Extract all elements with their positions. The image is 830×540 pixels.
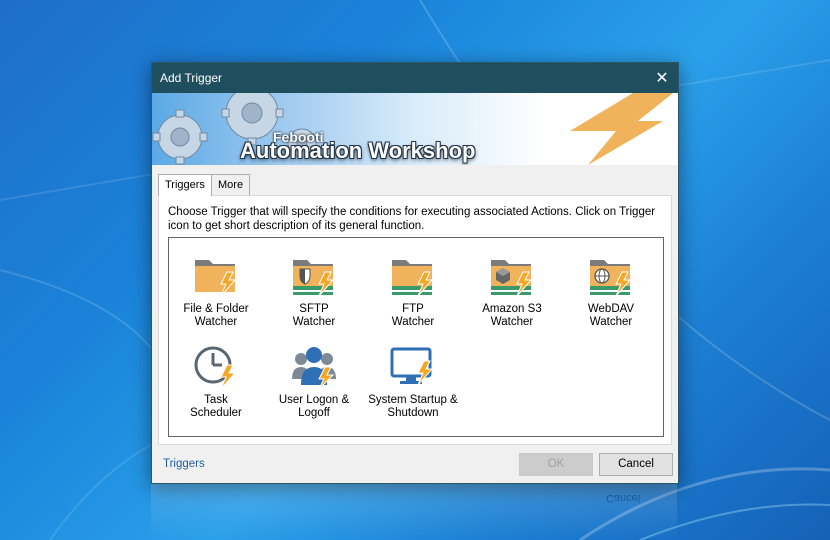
trigger-label-line1: Amazon S3 bbox=[482, 303, 542, 315]
trigger-system-startup-shutdown[interactable]: System Startup & Shutdown bbox=[367, 343, 459, 420]
tab-more[interactable]: More bbox=[211, 174, 251, 195]
trigger-label-line2: Watcher bbox=[292, 316, 336, 328]
trigger-file-folder-watcher[interactable]: File & Folder Watcher bbox=[170, 252, 262, 329]
trigger-label-line1: WebDAV bbox=[587, 303, 635, 315]
trigger-sftp-watcher[interactable]: SFTP Watcher bbox=[268, 252, 360, 329]
cancel-reflection-text: Cancel bbox=[606, 492, 641, 504]
trigger-label-line1: System Startup & bbox=[368, 394, 458, 406]
triggers-help-link[interactable]: Triggers bbox=[163, 458, 205, 470]
trigger-task-scheduler[interactable]: Task Scheduler bbox=[170, 343, 262, 420]
cancel-button[interactable]: Cancel bbox=[599, 453, 673, 476]
trigger-label-line1: User Logon & bbox=[278, 394, 350, 406]
webdav-watcher-icon bbox=[590, 260, 632, 297]
users-icon bbox=[292, 347, 336, 389]
close-icon[interactable]: ✕ bbox=[646, 63, 678, 93]
trigger-label-line1: File & Folder bbox=[183, 303, 249, 315]
folder-watcher-icon bbox=[195, 260, 237, 297]
window-title: Add Trigger bbox=[160, 71, 223, 85]
add-trigger-dialog: Add Trigger ✕ Febooti Automation Worksho… bbox=[151, 62, 679, 484]
dialog-reflection: Cancel bbox=[151, 484, 677, 540]
ftp-watcher-icon bbox=[392, 260, 434, 297]
ok-button[interactable]: OK bbox=[519, 453, 593, 476]
trigger-list: File & Folder Watcher SFTP Watcher FTP W… bbox=[168, 237, 664, 437]
trigger-label-line2: Watcher bbox=[589, 316, 633, 328]
product-name: Automation Workshop bbox=[240, 138, 476, 163]
instructions-text: Choose Trigger that will specify the con… bbox=[168, 206, 656, 232]
title-bar[interactable]: Add Trigger ✕ bbox=[152, 63, 678, 93]
clock-icon bbox=[194, 346, 237, 389]
trigger-label-line2: Shutdown bbox=[387, 407, 439, 419]
trigger-label-line1: SFTP bbox=[299, 303, 329, 315]
trigger-amazon-s3-watcher[interactable]: Amazon S3 Watcher bbox=[466, 252, 558, 329]
trigger-webdav-watcher[interactable]: WebDAV Watcher bbox=[565, 252, 657, 329]
trigger-label-line2: Logoff bbox=[298, 407, 330, 419]
product-banner: Febooti Automation Workshop bbox=[152, 93, 678, 165]
trigger-label-line2: Watcher bbox=[194, 316, 238, 328]
trigger-label-line2: Scheduler bbox=[190, 407, 242, 419]
triggers-panel: Choose Trigger that will specify the con… bbox=[158, 195, 672, 445]
trigger-ftp-watcher[interactable]: FTP Watcher bbox=[367, 252, 459, 329]
trigger-label-line1: Task bbox=[204, 394, 228, 406]
trigger-label-line1: FTP bbox=[402, 303, 424, 315]
tab-triggers[interactable]: Triggers bbox=[158, 174, 212, 196]
amazon-s3-watcher-icon bbox=[491, 260, 533, 297]
lightning-logo-icon bbox=[570, 93, 673, 165]
sftp-watcher-icon bbox=[293, 260, 335, 297]
trigger-label-line2: Watcher bbox=[391, 316, 435, 328]
monitor-icon bbox=[390, 347, 434, 386]
trigger-user-logon-logoff[interactable]: User Logon & Logoff bbox=[268, 343, 360, 420]
trigger-label-line2: Watcher bbox=[490, 316, 534, 328]
